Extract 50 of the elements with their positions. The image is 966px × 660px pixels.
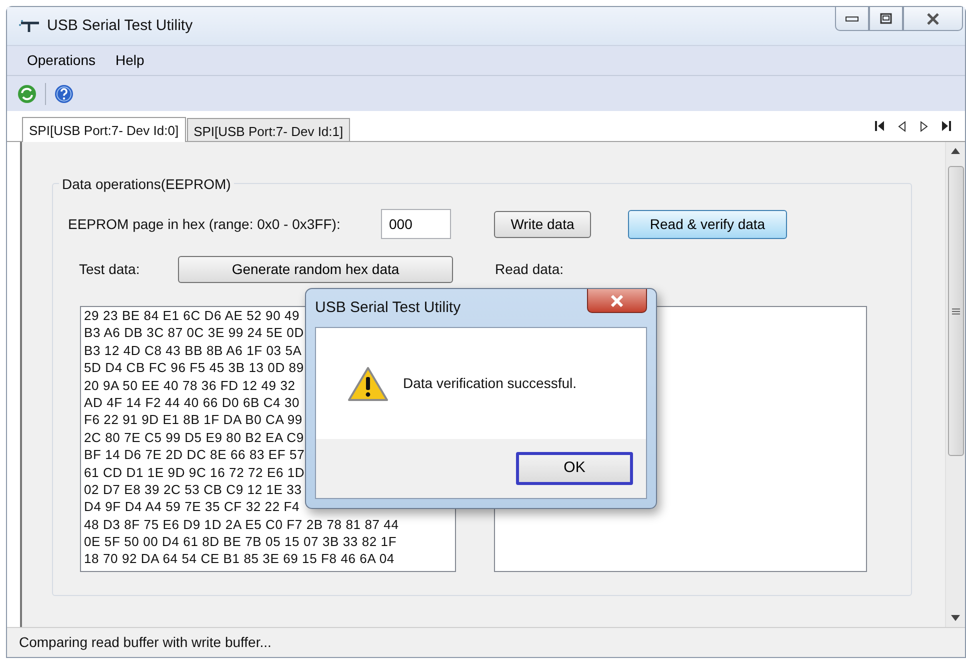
hex-data-line: AD 4F 14 F2 44 40 66 D0 6B C4 30 [84,394,300,412]
close-icon [610,294,624,306]
hex-data-line: 02 D7 E8 39 2C 53 CB C9 12 1E 33 [84,480,302,498]
scrollbar-thumb[interactable] [948,166,964,456]
scroll-up-icon[interactable] [951,148,960,154]
page-input-field[interactable]: 000 [381,209,451,239]
hex-data-line: 0E 5F 50 00 D4 61 8D BE 7B 05 15 07 3B 33 82 1F [84,533,397,550]
hex-data-line: 18 70 92 DA 64 54 CE B1 85 3E 69 15 F8 46 6A 04 [84,550,394,568]
refresh-icon[interactable] [17,84,37,104]
hex-data-line: 61 CD D1 1E 9D 9C 16 72 72 E6 1D [84,464,305,481]
hex-data-line: D4 9F D4 A4 59 7E 35 CF 32 22 F4 [84,498,300,516]
warning-icon [347,366,389,402]
close-button[interactable] [903,7,963,31]
hex-data-line: 5D D4 CB FC 96 F5 45 3B 13 0D 89 [84,359,304,377]
hex-data-line: 29 23 BE 84 E1 6C D6 AE 52 90 49 [84,307,300,324]
close-icon [926,12,940,24]
hex-data-line: B3 A6 DB 3C 87 0C 3E 99 24 5E 0D [84,324,304,342]
hex-data-line: F6 22 91 9D E1 8B 1F DA B0 CA 99 [84,411,302,429]
last-page-icon[interactable] [942,120,951,130]
status-text: Comparing read buffer with write buffer... [19,633,272,652]
test-data-label: Test data: [79,260,141,278]
page-label: EEPROM page in hex (range: 0x0 - 0x3FF): [68,214,342,234]
action-button[interactable]: Read & verify data [628,210,787,238]
hex-data-line: 2C 80 7E C5 99 D5 E9 80 B2 EA C9 [84,428,304,446]
menu-item[interactable]: Help [107,48,152,73]
next-icon[interactable] [920,120,928,132]
menu-item[interactable]: Operations [19,48,104,73]
minimize-button[interactable] [835,7,869,31]
minimize-icon [845,16,859,22]
scroll-down-icon[interactable] [951,615,960,621]
usb-plug-icon [19,19,41,33]
close-button[interactable] [587,289,647,313]
previous-icon[interactable] [898,120,906,132]
maximize-button[interactable] [869,7,903,31]
maximize-icon [880,13,892,24]
hex-data-line: BF 14 D6 7E 2D DC 8E 66 83 EF 57 [84,446,305,464]
generate-button[interactable]: Generate random hex data [178,256,453,282]
hex-data-line: B3 12 4D C8 43 BB 8B A6 1F 03 5A [84,342,302,360]
action-button[interactable]: Write data [494,210,591,238]
dialog-title: USB Serial Test Utility [315,298,461,318]
hex-data-line: 20 9A 50 EE 40 78 36 FD 12 49 32 [84,376,296,394]
window-title: USB Serial Test Utility [47,16,193,36]
dialog-message: Data verification successful. [403,374,577,393]
first-page-icon[interactable] [875,120,884,130]
help-icon[interactable] [54,84,74,104]
hex-data-line: 48 D3 8F 75 E6 D9 1D 2A E5 C0 F7 2B 78 81 87 44 [84,516,399,534]
read-data-label: Read data: [495,260,564,278]
tab[interactable]: SPI[USB Port:7- Dev Id:0] [22,117,186,142]
ok-button[interactable]: OK [516,452,633,485]
tab[interactable]: SPI[USB Port:7- Dev Id:1] [186,118,350,141]
